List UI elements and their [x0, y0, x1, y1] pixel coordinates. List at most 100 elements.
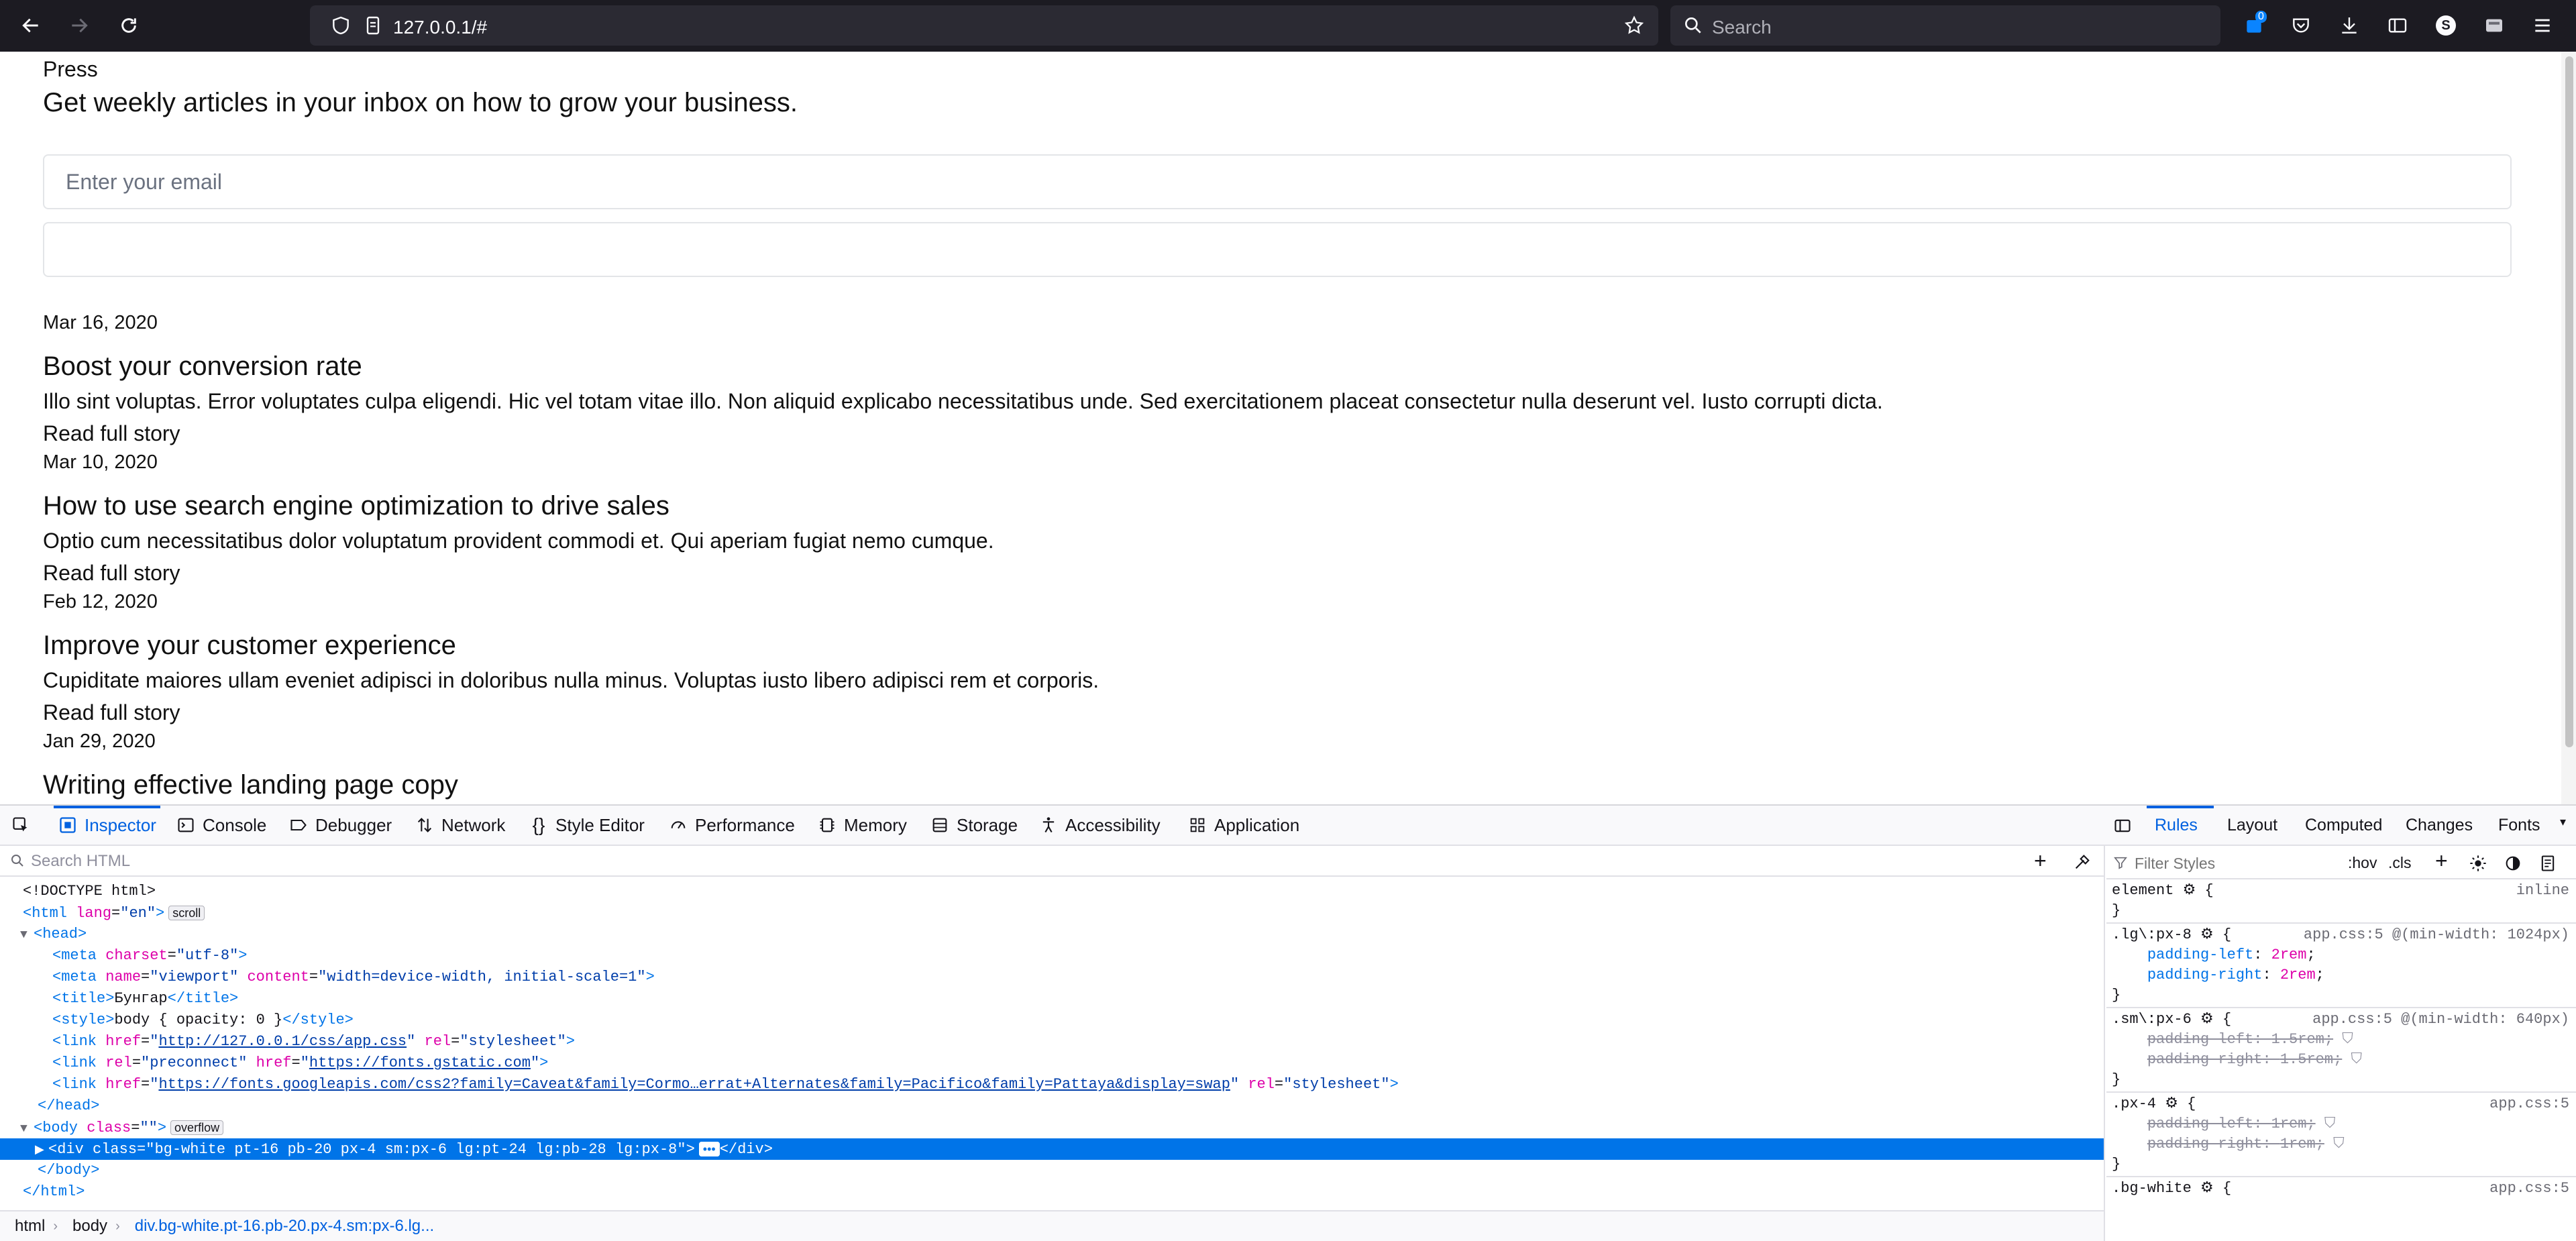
tab-application[interactable]: Application: [1187, 806, 1299, 845]
code-line[interactable]: </head>: [0, 1095, 2104, 1117]
article-title[interactable]: Boost your conversion rate: [43, 352, 362, 382]
rule-source[interactable]: app.css:5 @(min-width: 640px): [2312, 1010, 2569, 1030]
read-full-story-link[interactable]: Read full story: [43, 561, 180, 586]
ellipsis-badge[interactable]: •••: [698, 1142, 720, 1156]
rule-selector[interactable]: .px-4 ⚙ {app.css:5: [2112, 1094, 2575, 1114]
code-line-selected[interactable]: ▶ <div class="bg-white pt-16 pb-20 px-4 s…: [0, 1138, 2104, 1160]
expand-twisty-icon[interactable]: ▼: [20, 924, 34, 946]
filter-icon[interactable]: ⛉: [2333, 1136, 2345, 1152]
filter-styles-input[interactable]: [2133, 853, 2337, 874]
add-rule-icon[interactable]: +: [2435, 849, 2448, 873]
collapse-twisty-icon[interactable]: ▶: [35, 1140, 48, 1161]
filter-icon[interactable]: ⛉: [2342, 1031, 2353, 1048]
rule-selector[interactable]: element ⚙ {inline: [2112, 881, 2575, 901]
code-line[interactable]: <!DOCTYPE html>: [0, 881, 2104, 902]
tab-changes[interactable]: Changes: [2406, 816, 2473, 835]
hov-toggle[interactable]: :hov: [2348, 854, 2377, 872]
code-line[interactable]: </html>: [0, 1181, 2104, 1203]
container-icon[interactable]: [2481, 12, 2508, 39]
page-info-icon[interactable]: [362, 15, 384, 36]
reload-button[interactable]: [113, 9, 145, 42]
tab-storage[interactable]: Storage: [930, 806, 1018, 845]
code-line[interactable]: <title>Бунгар</title>: [0, 988, 2104, 1010]
tab-network[interactable]: Network: [415, 806, 505, 845]
rule-selector[interactable]: .bg-white ⚙ {app.css:5: [2112, 1179, 2575, 1199]
rule-source[interactable]: app.css:5 @(min-width: 1024px): [2304, 925, 2569, 945]
element-picker-button[interactable]: [11, 806, 38, 845]
rule-source[interactable]: app.css:5: [2489, 1179, 2569, 1199]
rule-declaration[interactable]: padding-left: 2rem;: [2112, 945, 2575, 965]
tab-fonts[interactable]: Fonts: [2498, 816, 2540, 835]
url-bar[interactable]: 127.0.0.1/#: [310, 5, 1658, 46]
read-full-story-link[interactable]: Read full story: [43, 700, 180, 725]
rule-declaration-overridden[interactable]: padding-right: 1.5rem; ⛉: [2112, 1050, 2575, 1070]
tab-performance[interactable]: Performance: [668, 806, 795, 845]
code-line[interactable]: <style>body { opacity: 0 }</style>: [0, 1010, 2104, 1031]
expand-twisty-icon[interactable]: ▼: [20, 1118, 34, 1140]
tab-style-editor[interactable]: {} Style Editor: [529, 806, 645, 845]
light-mode-icon[interactable]: [2469, 854, 2487, 873]
tab-console[interactable]: Console: [176, 806, 266, 845]
code-line[interactable]: <link href="http://127.0.0.1/css/app.css…: [0, 1031, 2104, 1053]
account-icon[interactable]: S: [2432, 12, 2459, 39]
rule-declaration-overridden[interactable]: padding-right: 1rem; ⛉: [2112, 1134, 2575, 1154]
dark-mode-icon[interactable]: [2504, 854, 2522, 873]
code-line[interactable]: <link href="https://fonts.googleapis.com…: [0, 1074, 2104, 1095]
page-scrollbar-thumb[interactable]: [2565, 56, 2573, 747]
code-line[interactable]: <html lang="en"> scroll: [0, 902, 2104, 924]
overflow-badge[interactable]: overflow: [170, 1120, 224, 1135]
chevron-down-icon[interactable]: ▾: [2560, 815, 2566, 829]
rule-declaration-overridden[interactable]: padding-left: 1rem; ⛉: [2112, 1114, 2575, 1134]
extension-icon[interactable]: 0: [2241, 11, 2267, 39]
cls-toggle[interactable]: .cls: [2388, 854, 2412, 872]
code-line[interactable]: <link rel="preconnect" href="https://fon…: [0, 1053, 2104, 1074]
code-line[interactable]: <meta name="viewport" content="width=dev…: [0, 967, 2104, 988]
toggle-pane-icon[interactable]: [2113, 816, 2132, 835]
downloads-icon[interactable]: [2336, 12, 2363, 39]
rule-declaration[interactable]: padding-right: 2rem;: [2112, 965, 2575, 985]
code-line[interactable]: ▼ <head>: [0, 924, 2104, 945]
eyedropper-icon[interactable]: [2073, 853, 2092, 871]
shield-icon[interactable]: [330, 15, 352, 36]
read-full-story-link[interactable]: Read full story: [43, 421, 180, 446]
sidebar-icon[interactable]: [2384, 12, 2411, 39]
rule-separator: [2106, 922, 2576, 924]
article-title[interactable]: Writing effective landing page copy: [43, 770, 458, 800]
url-text[interactable]: 127.0.0.1/#: [393, 17, 487, 38]
breadcrumb-item[interactable]: html: [15, 1217, 45, 1236]
pocket-icon[interactable]: [2288, 12, 2314, 39]
scroll-badge[interactable]: scroll: [168, 906, 205, 920]
tab-debugger[interactable]: Debugger: [288, 806, 392, 845]
menu-icon[interactable]: [2529, 12, 2556, 39]
tab-memory[interactable]: Memory: [817, 806, 907, 845]
add-node-icon[interactable]: +: [2034, 849, 2047, 873]
tab-accessibility[interactable]: Accessibility: [1038, 806, 1161, 845]
search-html-input[interactable]: [30, 850, 1978, 873]
article-title[interactable]: How to use search engine optimization to…: [43, 491, 669, 521]
bookmark-star-icon[interactable]: [1623, 15, 1645, 36]
code-line[interactable]: <meta charset="utf-8">: [0, 945, 2104, 967]
filter-icon[interactable]: ⛉: [2324, 1116, 2336, 1132]
search-bar[interactable]: Search: [1670, 5, 2220, 46]
breadcrumb-item[interactable]: div.bg-white.pt-16.pb-20.px-4.sm:px-6.lg…: [135, 1217, 434, 1236]
code-line[interactable]: </body>: [0, 1160, 2104, 1181]
code-line[interactable]: ▼ <body class=""> overflow: [0, 1117, 2104, 1138]
email-input[interactable]: [43, 154, 2512, 209]
rule-source[interactable]: app.css:5: [2489, 1094, 2569, 1114]
rule-selector[interactable]: .sm\:px-6 ⚙ {app.css:5 @(min-width: 640p…: [2112, 1010, 2575, 1030]
tab-layout[interactable]: Layout: [2227, 816, 2277, 835]
rule-selector[interactable]: .lg\:px-8 ⚙ {app.css:5 @(min-width: 1024…: [2112, 925, 2575, 945]
forward-button[interactable]: [63, 9, 95, 42]
breadcrumb-item[interactable]: body: [72, 1217, 107, 1236]
subscribe-button[interactable]: [43, 222, 2512, 277]
print-media-icon[interactable]: [2538, 854, 2557, 873]
browser-toolbar: 127.0.0.1/# Search 0 S: [0, 0, 2576, 52]
rule-declaration-overridden[interactable]: padding-left: 1.5rem; ⛉: [2112, 1030, 2575, 1050]
tab-computed[interactable]: Computed: [2305, 816, 2382, 835]
rule-source[interactable]: inline: [2516, 881, 2569, 901]
tab-rules[interactable]: Rules: [2155, 816, 2198, 835]
filter-icon[interactable]: ⛉: [2351, 1051, 2362, 1068]
article-title[interactable]: Improve your customer experience: [43, 631, 456, 661]
tab-inspector[interactable]: Inspector: [54, 806, 160, 845]
back-button[interactable]: [15, 9, 47, 42]
